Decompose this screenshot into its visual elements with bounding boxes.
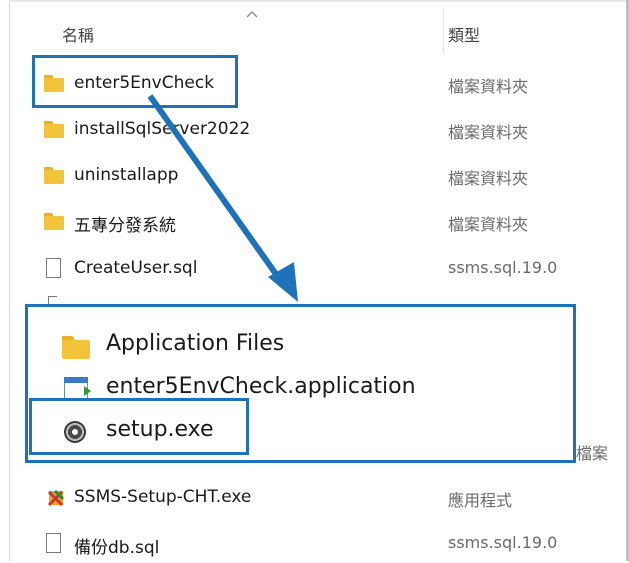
column-header-type[interactable]: 類型 bbox=[448, 22, 480, 46]
folder-icon bbox=[62, 333, 92, 359]
item-type: 檔案資料夾 bbox=[448, 215, 529, 234]
item-name: installSqlServer2022 bbox=[74, 119, 251, 139]
item-name: SSMS-Setup-CHT.exe bbox=[74, 487, 252, 507]
item-name: 備份db.sql bbox=[74, 538, 160, 558]
sort-ascending-icon bbox=[246, 11, 258, 18]
ssms-setup-icon bbox=[44, 487, 66, 507]
item-type: 應用程式 bbox=[448, 491, 513, 510]
list-item-uninstallapp[interactable]: uninstallapp 檔案資料夾 bbox=[10, 155, 626, 195]
highlight-box-enter5envcheck bbox=[32, 55, 238, 108]
callout-item-name: Application Files bbox=[106, 331, 285, 356]
item-type: 檔案資料夾 bbox=[448, 169, 529, 188]
callout-item-name: enter5EnvCheck.application bbox=[106, 374, 416, 399]
file-icon bbox=[44, 258, 66, 278]
folder-icon bbox=[44, 211, 66, 231]
column-divider[interactable] bbox=[443, 8, 444, 54]
list-item-ssms-setup[interactable]: SSMS-Setup-CHT.exe 應用程式 bbox=[10, 477, 626, 517]
folder-icon bbox=[44, 119, 66, 139]
column-header: 名稱 類型 bbox=[10, 2, 626, 54]
item-type: ssms.sql.19.0 bbox=[448, 258, 558, 277]
hidden-item-type: 檔案 bbox=[576, 444, 609, 463]
item-type: 檔案資料夾 bbox=[448, 123, 529, 142]
list-item-backup-db-sql[interactable]: 備份db.sql ssms.sql.19.0 bbox=[10, 523, 626, 563]
list-item-createuser-sql[interactable]: CreateUser.sql ssms.sql.19.0 bbox=[10, 248, 626, 288]
item-name: 五專分發系統 bbox=[74, 216, 176, 236]
item-type: 檔案資料夾 bbox=[448, 77, 529, 96]
item-type: ssms.sql.19.0 bbox=[448, 533, 558, 552]
file-icon bbox=[44, 533, 66, 553]
column-header-name[interactable]: 名稱 bbox=[62, 22, 94, 46]
list-item-distribution-system[interactable]: 五專分發系統 檔案資料夾 bbox=[10, 201, 626, 241]
item-name: uninstallapp bbox=[74, 165, 179, 185]
highlight-box-setup-exe bbox=[29, 398, 249, 455]
item-name: CreateUser.sql bbox=[74, 258, 198, 278]
folder-icon bbox=[44, 165, 66, 185]
window-left-edge bbox=[0, 0, 10, 561]
list-item-installsqlserver2022[interactable]: installSqlServer2022 檔案資料夾 bbox=[10, 109, 626, 149]
